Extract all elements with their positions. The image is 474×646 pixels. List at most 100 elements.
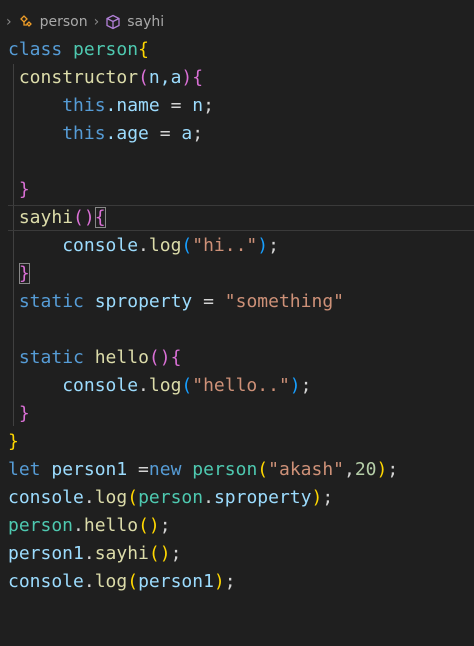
punctuation: . <box>83 487 95 508</box>
keyword: static <box>18 291 84 312</box>
bracket: } <box>8 431 19 452</box>
property: sproperty <box>213 487 312 508</box>
punctuation: . <box>83 571 95 592</box>
bracket: ) <box>257 235 269 256</box>
punctuation: ; <box>224 571 236 592</box>
bracket: ( <box>148 347 160 368</box>
code-line[interactable]: constructor(n,a){ <box>8 64 474 92</box>
bracket: ( <box>181 375 193 396</box>
variable: console <box>62 235 139 256</box>
variable: n <box>192 95 204 116</box>
variable: console <box>8 487 84 508</box>
function-name: log <box>94 571 128 592</box>
operator: = <box>148 123 182 144</box>
chevron-right-icon[interactable]: › <box>6 14 12 30</box>
code-line[interactable]: this.age = a; <box>8 120 474 148</box>
property: .age <box>105 123 149 144</box>
bracket: ( <box>138 515 149 536</box>
code-line[interactable]: console.log("hello.."); <box>8 372 474 400</box>
bracket: ) <box>289 375 301 396</box>
code-line[interactable]: console.log("hi.."); <box>8 232 474 260</box>
editor-window: › person › sayhi class person{construct… <box>0 0 474 646</box>
punctuation: , <box>344 459 355 480</box>
code-line[interactable]: person.hello(); <box>8 512 474 540</box>
code-line[interactable]: } <box>8 260 474 288</box>
function-name: log <box>148 375 182 396</box>
code-line[interactable]: console.log(person1); <box>8 568 474 596</box>
bracket: ( <box>181 235 193 256</box>
keyword: class <box>8 39 63 60</box>
string: "akash" <box>268 459 344 480</box>
bracket: ( <box>148 543 160 564</box>
class-name: person <box>138 487 204 508</box>
function-name: log <box>94 487 128 508</box>
code-line[interactable]: } <box>8 176 474 204</box>
breadcrumb-item-class[interactable]: person <box>18 14 88 30</box>
bracket: { <box>170 347 182 368</box>
keyword: new <box>148 459 182 480</box>
punctuation: ; <box>159 515 171 536</box>
function-name: sayhi <box>94 543 149 564</box>
code-line[interactable]: static hello(){ <box>8 344 474 372</box>
bracket: } <box>18 179 30 200</box>
property: .name <box>105 95 160 116</box>
code-line[interactable]: this.name = n; <box>8 92 474 120</box>
code-line[interactable]: person1.sayhi(); <box>8 540 474 568</box>
bracket: ) <box>159 347 171 368</box>
bracket: ( <box>257 459 269 480</box>
function-name: log <box>148 235 182 256</box>
code-line[interactable]: console.log(person.sproperty); <box>8 484 474 512</box>
breadcrumb-label: sayhi <box>127 14 165 30</box>
bracket: ) <box>376 459 388 480</box>
class-icon <box>18 14 34 30</box>
bracket: } <box>18 403 30 424</box>
punctuation: . <box>83 543 95 564</box>
function-name: hello <box>83 515 139 536</box>
constructor-keyword: constructor <box>18 67 139 88</box>
punctuation: . <box>138 375 149 396</box>
bracket: ) <box>181 67 193 88</box>
bracket: ( <box>73 207 84 228</box>
code-line-empty[interactable] <box>8 148 474 176</box>
punctuation: ; <box>322 487 334 508</box>
breadcrumb-label: person <box>39 14 88 30</box>
chevron-right-icon: › <box>93 14 100 30</box>
bracket: ) <box>213 571 225 592</box>
method-name: sayhi <box>18 207 74 228</box>
code-line[interactable]: } <box>8 400 474 428</box>
keyword: static <box>18 347 84 368</box>
keyword: this <box>62 95 106 116</box>
keyword: this <box>62 123 106 144</box>
punctuation: . <box>138 235 149 256</box>
bracket-match: { <box>94 207 106 228</box>
punctuation: ; <box>170 543 182 564</box>
code-line[interactable]: let person1 =new person("akash",20); <box>8 456 474 484</box>
string: "something" <box>224 291 344 312</box>
number: 20 <box>354 459 377 480</box>
punctuation: . <box>203 487 214 508</box>
parameters: n,a <box>148 67 182 88</box>
class-name: person <box>8 515 74 536</box>
code-line-current[interactable]: sayhi(){ <box>8 204 474 232</box>
code-line[interactable]: } <box>8 428 474 456</box>
class-name: person <box>192 459 258 480</box>
string: "hi.." <box>192 235 258 256</box>
breadcrumb-item-method[interactable]: sayhi <box>105 14 164 30</box>
code-line[interactable]: class person{ <box>8 36 474 64</box>
variable: person1 <box>51 459 128 480</box>
code-line-empty[interactable] <box>8 316 474 344</box>
string: "hello.." <box>192 375 290 396</box>
property: sproperty <box>94 291 193 312</box>
code-line[interactable]: static sproperty = "something" <box>8 288 474 316</box>
code-area[interactable]: class person{ constructor(n,a){ this.nam… <box>8 36 474 596</box>
variable: console <box>8 571 84 592</box>
punctuation: ; <box>192 123 204 144</box>
bracket: ( <box>127 487 139 508</box>
bracket: ( <box>127 571 139 592</box>
punctuation: ; <box>268 235 279 256</box>
variable: person1 <box>138 571 214 592</box>
operator: = <box>127 459 149 480</box>
variable: a <box>181 123 193 144</box>
bracket: { <box>138 39 149 60</box>
operator: = <box>192 291 225 312</box>
